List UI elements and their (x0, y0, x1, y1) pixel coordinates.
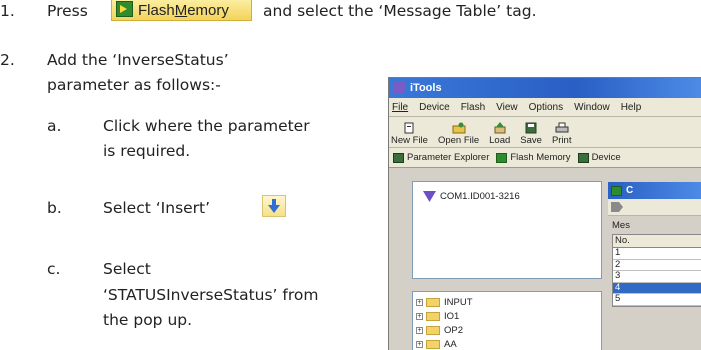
folder-icon (426, 339, 440, 349)
step-a-line-1: Click where the parameter (103, 117, 310, 135)
step-a-line-2: is required. (103, 142, 191, 160)
device-list-panel: COM1.ID001-3216 (412, 181, 602, 279)
print-button[interactable]: Print (551, 122, 572, 147)
device-icon (423, 191, 436, 202)
flash-memory-button[interactable]: Flash Memory (111, 0, 252, 21)
save-icon (525, 122, 537, 134)
table-row[interactable]: 3 (613, 270, 701, 283)
tree-label: IO1 (444, 310, 460, 322)
flash-memory-child-icon (611, 185, 622, 196)
menu-bar: File Device Flash View Options Window He… (389, 98, 701, 117)
grid-header-no: No. (613, 235, 701, 248)
load-label: Load (489, 135, 511, 146)
tree-label: OP2 (444, 324, 464, 336)
step-b-letter: b. (47, 199, 62, 217)
table-row[interactable]: 5 (613, 293, 701, 306)
parameter-tree-panel: +INPUT +IO1 +OP2 +AA +LA (412, 291, 602, 350)
tag-icon[interactable] (611, 202, 623, 212)
open-file-icon (452, 122, 466, 134)
flash-memory-nav-button[interactable]: Flash Memory (496, 152, 571, 163)
navigation-bar: Parameter Explorer Flash Memory Device (389, 148, 701, 168)
folder-icon (426, 325, 440, 335)
menu-options[interactable]: Options (529, 102, 563, 113)
load-icon (494, 122, 506, 134)
device-nav-label: Device (591, 152, 621, 163)
tree-item-io1[interactable]: + IO1 (416, 309, 601, 323)
child-titlebar: C (608, 182, 701, 199)
window-title: iTools (410, 82, 442, 94)
new-file-label: New File (391, 135, 428, 146)
child-title: C (626, 185, 634, 196)
device-nav-button[interactable]: Device (577, 152, 621, 163)
tree-item-aa[interactable]: + AA (416, 337, 601, 350)
step-c-line-1: Select (103, 260, 151, 278)
parameter-explorer-button[interactable]: Parameter Explorer (393, 152, 489, 163)
device-table-icon (577, 152, 589, 163)
flash-memory-icon (116, 1, 133, 17)
message-table-grid: No. 1 2 3 4 5 (612, 234, 701, 307)
step-1-rest-text: and select the ‘Message Table’ tag. (263, 2, 537, 20)
expand-icon[interactable]: + (416, 326, 423, 334)
toolbar: New File Open File Load Save Print (389, 117, 701, 148)
menu-flash[interactable]: Flash (461, 102, 485, 113)
menu-window[interactable]: Window (574, 102, 610, 113)
expand-icon[interactable]: + (416, 312, 423, 320)
flash-memory-child-window: C Mes No. 1 2 3 4 5 (608, 182, 701, 350)
print-label: Print (551, 135, 572, 146)
save-button[interactable]: Save (520, 122, 542, 147)
insert-arrow-icon[interactable] (262, 195, 286, 217)
flash-memory-nav-icon (496, 152, 508, 163)
step-c-letter: c. (47, 260, 61, 278)
step-1-press-text: Press (47, 2, 88, 20)
open-file-button[interactable]: Open File (438, 122, 479, 147)
window-titlebar: iTools (389, 78, 701, 98)
expand-icon[interactable]: + (416, 340, 423, 348)
flash-memory-label-post: emory (187, 1, 229, 19)
itools-window-screenshot: iTools File Device Flash View Options Wi… (388, 77, 701, 350)
open-file-label: Open File (437, 135, 480, 146)
flash-memory-nav-label: Flash Memory (510, 152, 571, 163)
print-icon (555, 122, 569, 133)
message-table-tab[interactable]: Mes (608, 216, 701, 234)
menu-device[interactable]: Device (419, 102, 450, 113)
table-icon (393, 152, 404, 163)
tree-item-input[interactable]: + INPUT (416, 295, 601, 309)
step-2-line-1: Add the ‘InverseStatus’ (47, 51, 229, 69)
step-b-line-1: Select ‘Insert’ (103, 199, 211, 217)
expand-icon[interactable]: + (416, 298, 423, 306)
step-c-line-2: ‘STATUSInverseStatus’ from (103, 286, 319, 304)
tree-label: AA (444, 338, 457, 350)
step-2-number: 2. (0, 51, 15, 69)
table-row-selected[interactable]: 4 (613, 282, 701, 294)
child-toolbar (608, 199, 701, 216)
device-label: COM1.ID001-3216 (440, 191, 520, 202)
parameter-explorer-label: Parameter Explorer (407, 152, 490, 163)
save-label: Save (520, 135, 542, 146)
new-file-icon (404, 122, 414, 134)
step-c-line-3: the pop up. (103, 311, 193, 329)
step-a-letter: a. (47, 117, 62, 135)
device-item[interactable]: COM1.ID001-3216 (423, 191, 601, 202)
table-row[interactable]: 1 (613, 247, 701, 260)
step-1-number: 1. (0, 2, 15, 20)
flash-memory-label-mnemonic: M (174, 1, 188, 19)
new-file-button[interactable]: New File (391, 122, 428, 147)
menu-view[interactable]: View (496, 102, 518, 113)
itools-logo-icon (391, 82, 407, 94)
tree-label: INPUT (444, 296, 473, 308)
tree-item-op2[interactable]: + OP2 (416, 323, 601, 337)
menu-help[interactable]: Help (621, 102, 642, 113)
menu-file[interactable]: File (392, 102, 408, 113)
table-row[interactable]: 2 (613, 259, 701, 271)
folder-icon (426, 311, 440, 321)
load-button[interactable]: Load (489, 122, 510, 147)
flash-memory-label-pre: Flash (138, 1, 175, 19)
folder-icon (426, 297, 440, 307)
step-2-line-2: parameter as follows:- (47, 76, 221, 94)
message-table-tab-label: Mes (612, 219, 630, 231)
